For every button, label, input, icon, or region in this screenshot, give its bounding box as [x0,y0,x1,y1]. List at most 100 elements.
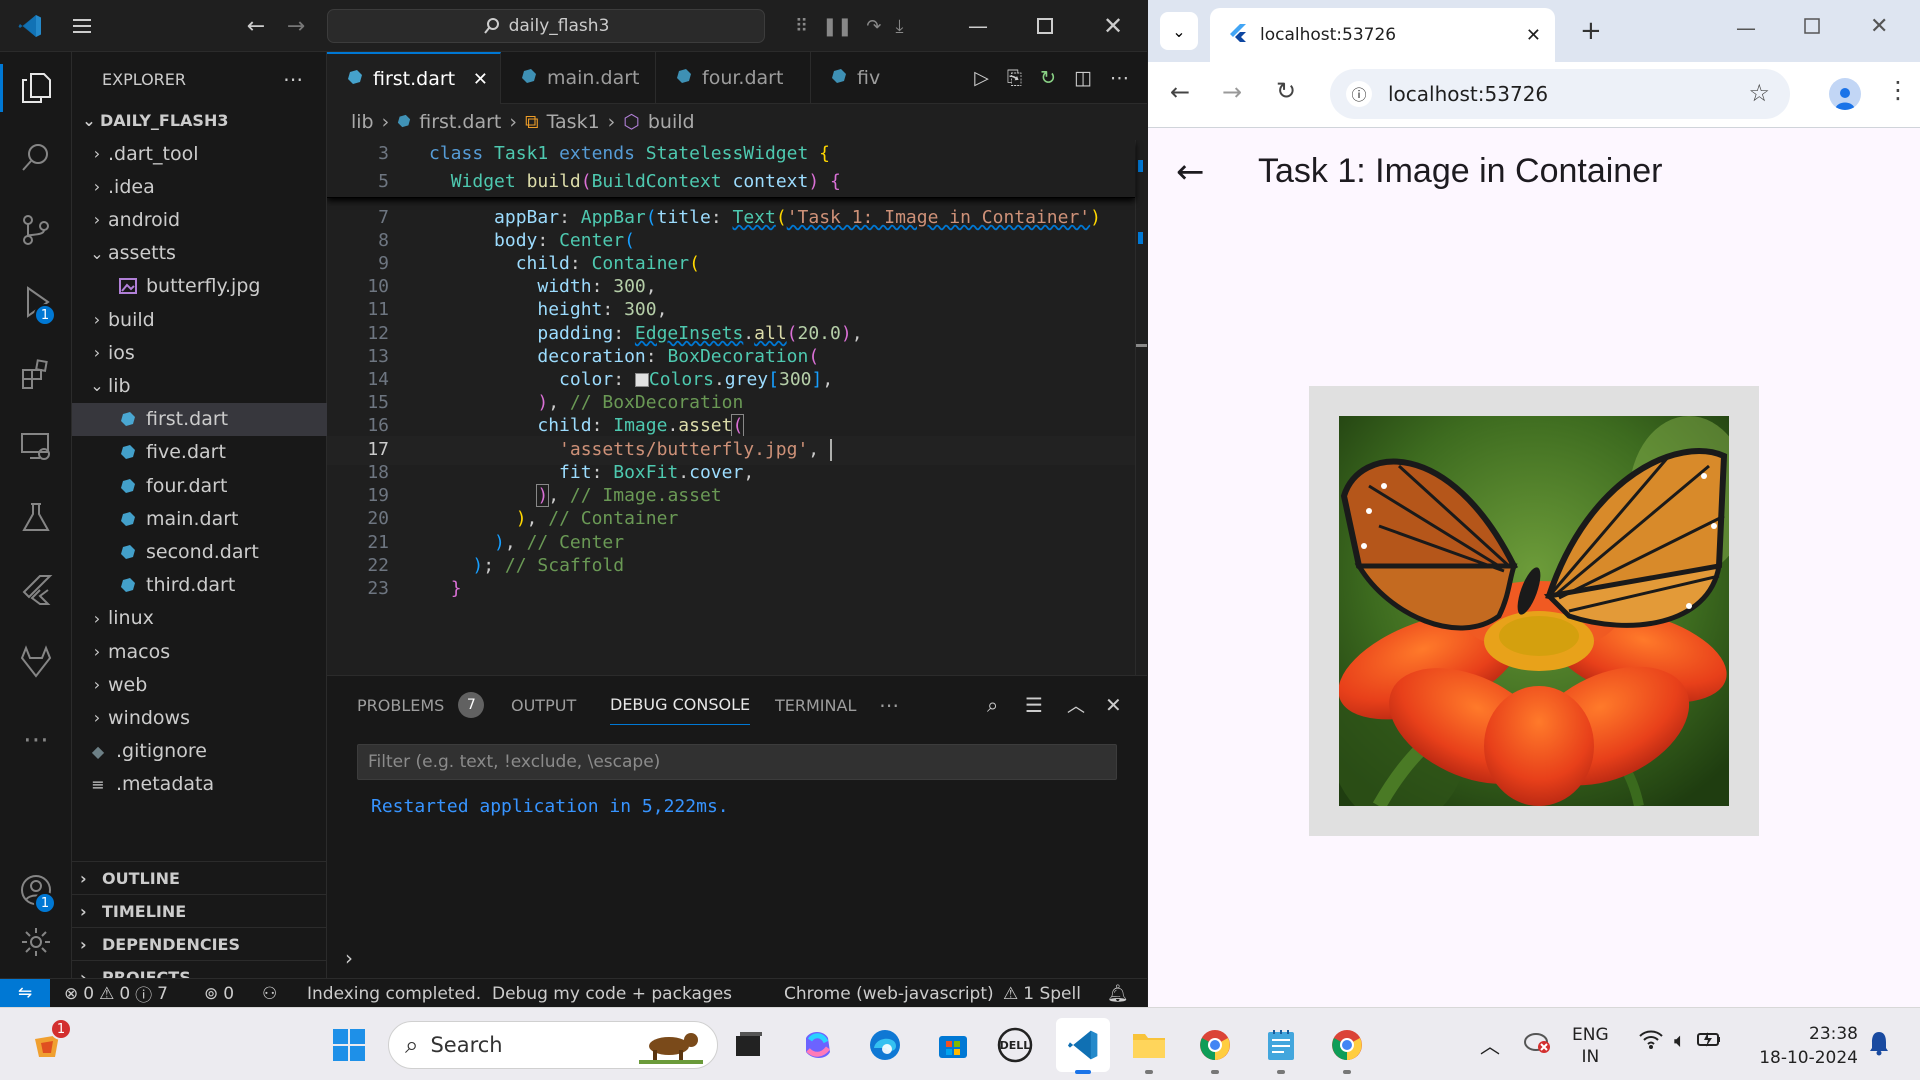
tab-close-icon[interactable]: ✕ [1526,25,1541,46]
clock[interactable]: 23:38 18-10-2024 [1758,1022,1858,1070]
section-dependencies[interactable]: › DEPENDENCIES [72,927,327,960]
notifications-bell-icon[interactable]: 🔔︎ [1107,979,1129,1008]
tree-item-butterfly-jpg[interactable]: butterfly.jpg [72,270,327,303]
ports-status[interactable]: ⊚ 0 [204,979,234,1008]
browser-tab[interactable]: localhost:53726 ✕ [1210,8,1555,62]
tab-terminal[interactable]: TERMINAL [775,676,856,734]
tree-item-ios[interactable]: › ios [72,336,327,369]
tree-item-windows[interactable]: › windows [72,701,327,734]
new-tab-icon[interactable]: + [1580,16,1602,46]
breadcrumb-class[interactable]: Task1 [547,111,600,133]
tab-first-dart[interactable]: first.dart ✕ [327,52,501,104]
clear-console-icon[interactable]: ☰ [1025,676,1043,734]
menu-icon[interactable] [62,0,102,52]
reload-icon[interactable]: ↻ [1276,77,1296,105]
tree-item-assetts[interactable]: ⌄ assetts [72,237,327,270]
tab-search-icon[interactable]: ⌄ [1160,12,1198,50]
tree-item-second-dart[interactable]: second.dart [72,535,327,568]
split-editor-icon[interactable]: ◫ [1074,67,1092,89]
flutter-icon[interactable] [0,560,72,620]
language-indicator[interactable]: ENG IN [1572,1024,1609,1068]
start-windows-icon[interactable] [322,1018,376,1072]
more-actions-icon[interactable]: ⋯ [1110,67,1129,89]
panel-more-icon[interactable]: ⋯ [879,676,899,734]
browser-menu-icon[interactable]: ⋮ [1886,76,1910,104]
run-icon[interactable]: ▷ [974,67,989,89]
explorer-more-icon[interactable]: ⋯ [283,67,303,91]
tab-main-dart[interactable]: main.dart [501,52,656,104]
tree-item-idea[interactable]: › .idea [72,170,327,203]
more-icon[interactable]: ⋯ [0,710,72,770]
tab-close-icon[interactable]: ✕ [473,69,488,90]
close-button[interactable]: ✕ [1090,0,1136,52]
tab-output[interactable]: OUTPUT [511,676,576,734]
maximize-button[interactable] [1022,0,1068,52]
breadcrumb-file[interactable]: first.dart [419,111,501,133]
site-info-icon[interactable]: ⓘ [1346,81,1372,107]
notepad-icon[interactable] [1254,1018,1308,1074]
nav-forward-icon[interactable]: → [278,0,314,52]
tree-item-android[interactable]: › android [72,203,327,236]
problems-status[interactable]: ⊗ 0 ⚠ 0 ⓘ 7 [64,979,168,1008]
gitlab-icon[interactable] [0,632,72,692]
browser-maximize-button[interactable] [1804,18,1820,38]
tree-item-lib[interactable]: ⌄ lib [72,369,327,402]
notification-bell-icon[interactable] [1868,1030,1890,1062]
run-debug-icon[interactable]: 1 [0,272,72,332]
step-over-icon[interactable]: ↷ [866,16,881,37]
tree-item-main-dart[interactable]: main.dart [72,502,327,535]
hot-reload-icon[interactable]: ↻ [1040,67,1056,89]
tree-item-dart-tool[interactable]: › .dart_tool [72,137,327,170]
dell-icon[interactable]: DELL [988,1018,1042,1072]
search-activity-icon[interactable] [0,128,72,188]
tab-debug-console[interactable]: DEBUG CONSOLE [610,685,751,725]
settings-gear-icon[interactable] [0,912,72,972]
tree-item-macos[interactable]: › macos [72,635,327,668]
section-outline[interactable]: › OUTLINE [72,861,327,894]
tree-item-linux[interactable]: › linux [72,602,327,635]
console-prompt-icon[interactable]: › [345,946,353,970]
close-panel-icon[interactable]: ✕ [1105,676,1122,734]
tree-item-five-dart[interactable]: five.dart [72,436,327,469]
address-bar[interactable]: ⓘ localhost:53726 ☆ [1330,69,1790,119]
command-center-search[interactable]: daily_flash3 [327,9,765,43]
editor-scrollbar[interactable] [1135,140,1147,675]
tree-item-metadata[interactable]: ≡ .metadata [72,768,327,801]
find-icon[interactable]: ⌕ [987,676,998,734]
tray-overflow-icon[interactable]: ︿ [1480,1030,1500,1059]
open-devtools-icon[interactable]: ⎘ [1007,67,1022,89]
store-icon[interactable] [926,1018,980,1072]
tree-item-first-dart[interactable]: first.dart [72,402,327,436]
debug-mode[interactable]: Debug my code + packages [492,979,732,1008]
copilot-icon[interactable] [790,1018,844,1072]
minimize-button[interactable]: — [955,0,1001,52]
profile-avatar-icon[interactable] [1829,78,1861,110]
tree-item-gitignore[interactable]: ◆ .gitignore [72,735,327,768]
browser-minimize-button[interactable]: — [1736,16,1756,40]
quick-settings[interactable]: 🔈︎ [1638,1028,1722,1055]
tab-five-dart[interactable]: fiv [811,52,891,104]
maximize-panel-icon[interactable]: ︿ [1067,676,1085,734]
spell-status[interactable]: ⚠ 1 Spell [1003,979,1081,1008]
section-timeline[interactable]: › TIMELINE [72,894,327,927]
taskbar-search[interactable]: ⌕ Search [388,1021,718,1069]
notification-app-icon[interactable]: 1 [20,1018,74,1072]
device-selector[interactable]: Chrome (web-javascript) [784,979,994,1008]
code-editor[interactable]: 3 class Task1 extends StatelessWidget { 5… [327,140,1147,675]
tab-problems[interactable]: PROBLEMS 7 [357,676,485,734]
file-explorer-icon[interactable] [1122,1018,1176,1074]
vscode-taskbar-icon[interactable] [1056,1018,1110,1074]
chrome-profile-icon[interactable] [1320,1018,1374,1074]
source-control-icon[interactable] [0,200,72,260]
debug-status-icon[interactable]: ⚇ [262,979,277,1008]
chrome-icon[interactable] [1188,1018,1242,1074]
edge-browser-icon[interactable] [858,1018,912,1072]
pause-icon[interactable]: ❚❚ [822,16,852,37]
breadcrumb-lib[interactable]: lib [351,111,374,133]
remote-indicator-icon[interactable]: ⇋ [0,978,50,1008]
browser-close-button[interactable]: ✕ [1870,14,1888,39]
browser-forward-icon[interactable]: → [1222,78,1242,106]
tree-item-web[interactable]: › web [72,668,327,701]
browser-back-icon[interactable]: ← [1170,78,1190,106]
project-root[interactable]: ⌄ DAILY_FLASH3 [72,104,327,137]
